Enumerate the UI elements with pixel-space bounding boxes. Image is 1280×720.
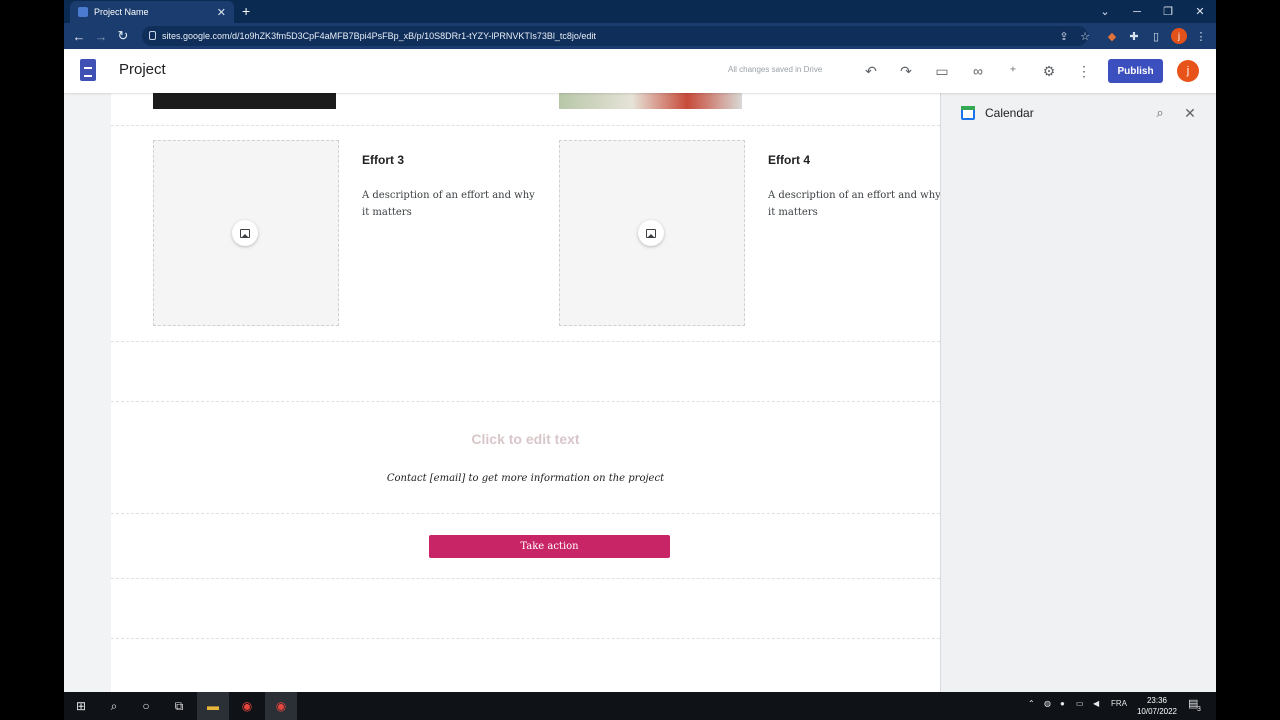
- take-action-button[interactable]: Take action: [429, 535, 670, 558]
- link-icon[interactable]: ∞: [968, 61, 988, 81]
- browser-window: Project Name ✕ + ⌄ ─ ❐ ✕ ← → ↻ sites.goo…: [64, 0, 1216, 692]
- restore-icon[interactable]: ❐: [1153, 0, 1183, 23]
- insert-image-button[interactable]: [232, 220, 258, 246]
- site-title[interactable]: Project: [119, 61, 166, 78]
- chrome-icon[interactable]: ◉: [238, 697, 256, 715]
- minimize-icon[interactable]: ─: [1122, 0, 1152, 23]
- contact-text[interactable]: Contact [email] to get more information …: [111, 473, 940, 484]
- tab-title: Project Name: [94, 7, 149, 17]
- forward-icon[interactable]: →: [92, 27, 110, 45]
- chrome-active-icon[interactable]: ◉: [265, 692, 297, 720]
- section-divider: [111, 638, 940, 639]
- clock-time: 23:36: [1146, 696, 1168, 705]
- effort-description[interactable]: A description of an effort and why it ma…: [768, 187, 944, 221]
- effort-image[interactable]: [153, 93, 336, 109]
- close-tab-icon[interactable]: ✕: [217, 6, 226, 19]
- share-icon[interactable]: ⇪: [1056, 28, 1072, 44]
- effort-title[interactable]: Effort 4: [768, 153, 810, 167]
- sites-logo-icon[interactable]: [80, 59, 96, 81]
- sites-favicon-icon: [78, 7, 88, 17]
- clock-date: 10/07/2022: [1136, 707, 1178, 716]
- back-icon[interactable]: ←: [70, 27, 88, 45]
- side-panel-icon[interactable]: ▯: [1148, 28, 1164, 44]
- windows-start-icon[interactable]: ⊞: [72, 697, 90, 715]
- browser-menu-icon[interactable]: ⋮: [1193, 28, 1209, 44]
- search-icon[interactable]: ⌕: [105, 697, 123, 715]
- address-bar[interactable]: sites.google.com/d/1o9hZK3fm5D3CpF4aMFB7…: [142, 26, 1088, 46]
- more-options-icon[interactable]: ⋮: [1074, 61, 1094, 81]
- account-avatar[interactable]: j: [1177, 60, 1199, 82]
- editable-text-placeholder[interactable]: Click to edit text: [111, 431, 940, 447]
- settings-gear-icon[interactable]: ⚙: [1039, 61, 1059, 81]
- clock[interactable]: 23:36 10/07/2022: [1134, 695, 1180, 717]
- image-icon: [646, 228, 656, 238]
- section-divider: [111, 125, 940, 126]
- image-placeholder[interactable]: [153, 140, 339, 326]
- file-explorer-icon[interactable]: ▬: [197, 692, 229, 720]
- save-status: All changes saved in Drive: [728, 65, 823, 74]
- tab-search-icon[interactable]: ⌄: [1090, 0, 1120, 23]
- calendar-side-panel: Calendar ⌕ ✕: [940, 93, 1216, 692]
- browser-tab[interactable]: Project Name ✕: [70, 1, 234, 23]
- network-icon[interactable]: ◍: [1044, 699, 1051, 708]
- task-view-icon[interactable]: ⧉: [170, 697, 188, 715]
- language-indicator[interactable]: FRA: [1111, 699, 1127, 708]
- close-icon[interactable]: ✕: [1181, 104, 1199, 122]
- calendar-icon: [961, 106, 975, 120]
- share-with-others-icon[interactable]: ⁺: [1003, 61, 1023, 81]
- image-placeholder[interactable]: [559, 140, 745, 326]
- display-icon[interactable]: ▭: [1076, 699, 1084, 708]
- new-tab-button[interactable]: +: [242, 2, 250, 20]
- undo-icon[interactable]: ↶: [861, 61, 881, 81]
- tray-chevron-icon[interactable]: ⌃: [1028, 699, 1035, 708]
- panel-title: Calendar: [985, 106, 1034, 120]
- close-window-icon[interactable]: ✕: [1185, 0, 1215, 23]
- tab-strip: Project Name ✕ + ⌄ ─ ❐ ✕: [64, 0, 1216, 23]
- windows-taskbar: ⊞ ⌕ ○ ⧉ ▬ ◉ ◉ ⌃ ◍ ● ▭ ◀ FRA 23:36 10/07/…: [64, 692, 1216, 720]
- redo-icon[interactable]: ↷: [896, 61, 916, 81]
- image-icon: [240, 228, 250, 238]
- section-divider: [111, 401, 940, 402]
- section-divider: [111, 341, 940, 342]
- lock-icon: [149, 31, 156, 40]
- insert-image-button[interactable]: [638, 220, 664, 246]
- bookmark-star-icon[interactable]: ☆: [1077, 28, 1093, 44]
- site-page: Effort 3 A description of an effort and …: [111, 93, 941, 692]
- preview-devices-icon[interactable]: ▭: [932, 61, 952, 81]
- editor-canvas: Effort 3 A description of an effort and …: [64, 93, 941, 692]
- section-divider: [111, 513, 940, 514]
- sites-header: Project All changes saved in Drive ↶ ↷ ▭…: [64, 49, 1216, 93]
- extension-fox-icon[interactable]: ◆: [1104, 28, 1120, 44]
- effort-image[interactable]: [559, 93, 742, 109]
- browser-profile-avatar[interactable]: j: [1171, 28, 1187, 44]
- volume-icon[interactable]: ◀: [1093, 699, 1099, 708]
- notification-count: 3: [1197, 706, 1201, 713]
- screen: Project Name ✕ + ⌄ ─ ❐ ✕ ← → ↻ sites.goo…: [0, 0, 1280, 720]
- url-text: sites.google.com/d/1o9hZK3fm5D3CpF4aMFB7…: [162, 31, 596, 41]
- panel-header: Calendar ⌕ ✕: [941, 93, 1216, 133]
- reload-icon[interactable]: ↻: [114, 27, 132, 45]
- effort-title[interactable]: Effort 3: [362, 153, 404, 167]
- cortana-circle-icon[interactable]: ○: [137, 697, 155, 715]
- extensions-puzzle-icon[interactable]: ✚: [1126, 28, 1142, 44]
- browser-toolbar: ← → ↻ sites.google.com/d/1o9hZK3fm5D3CpF…: [64, 23, 1216, 49]
- microphone-icon[interactable]: ●: [1060, 699, 1065, 708]
- section-divider: [111, 578, 940, 579]
- search-icon[interactable]: ⌕: [1151, 104, 1169, 122]
- effort-description[interactable]: A description of an effort and why it ma…: [362, 187, 538, 221]
- publish-button[interactable]: Publish: [1108, 59, 1163, 83]
